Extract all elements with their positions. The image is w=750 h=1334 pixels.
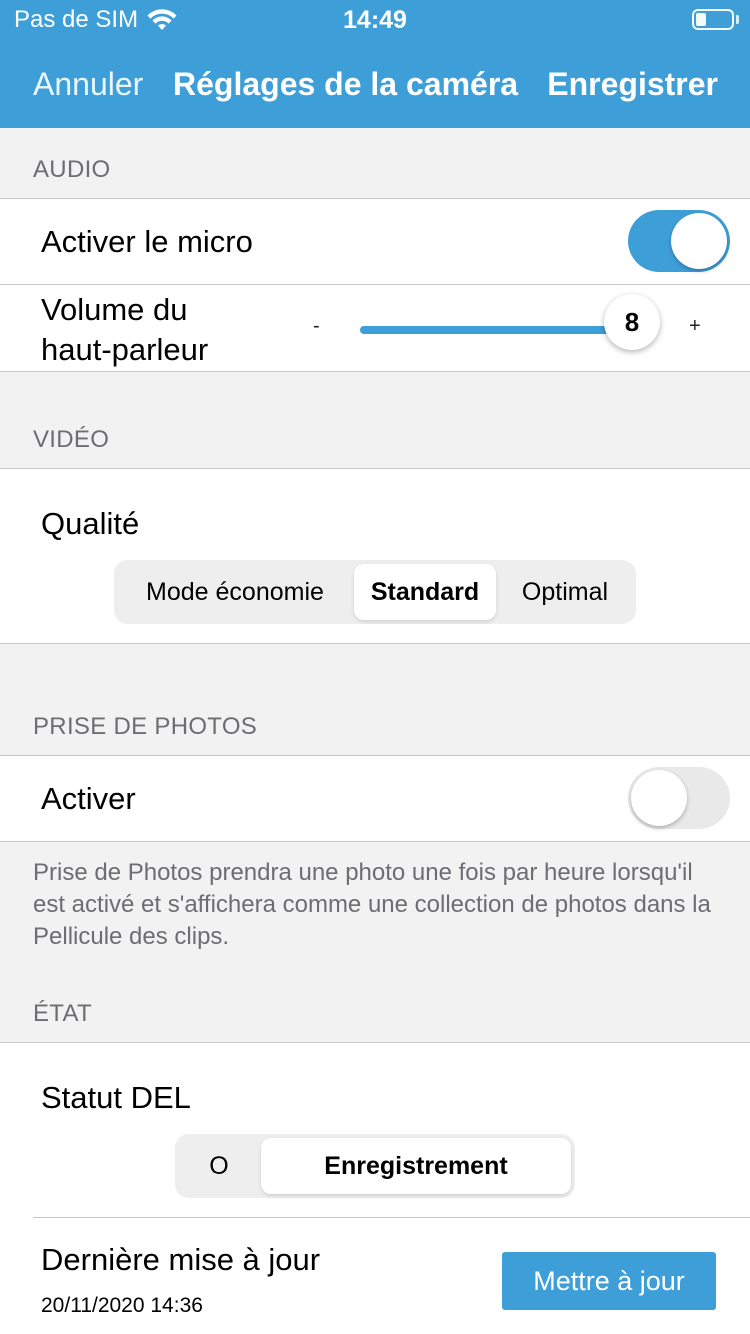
segment-led-o[interactable]: O — [179, 1138, 259, 1194]
quality-segmented-control: Mode économie Standard Optimal — [114, 560, 636, 624]
section-header-video: VIDÉO — [33, 426, 110, 453]
led-segmented-control: O Enregistrement — [175, 1134, 575, 1198]
cancel-button[interactable]: Annuler — [33, 66, 143, 103]
divider — [0, 198, 750, 199]
divider — [0, 1042, 750, 1043]
toggle-knob — [671, 213, 727, 269]
volume-increase-button[interactable]: + — [689, 315, 701, 338]
divider — [0, 371, 750, 372]
last-update-label: Dernière mise à jour — [41, 1242, 321, 1277]
section-header-audio: AUDIO — [33, 156, 111, 183]
battery-level — [696, 13, 706, 26]
volume-decrease-button[interactable]: - — [313, 315, 320, 338]
divider — [33, 1217, 750, 1218]
toggle-knob — [631, 770, 687, 826]
nav-header: Pas de SIM 14:49 Annuler Réglages de la … — [0, 0, 750, 128]
update-button[interactable]: Mettre à jour — [502, 1252, 716, 1310]
segment-led-enregistrement[interactable]: Enregistrement — [261, 1138, 571, 1194]
divider — [0, 755, 750, 756]
volume-slider-track[interactable] — [360, 326, 630, 334]
segment-mode-economie[interactable]: Mode économie — [118, 564, 352, 620]
photos-toggle[interactable] — [628, 767, 730, 829]
section-header-photos: PRISE DE PHOTOS — [33, 713, 258, 740]
volume-label-line1: Volume du — [41, 292, 188, 327]
battery-icon — [692, 9, 734, 30]
volume-label: Volume du haut-parleur — [41, 290, 208, 370]
last-update-date: 20/11/2020 14:36 — [41, 1294, 203, 1317]
volume-slider-thumb[interactable]: 8 — [604, 294, 660, 350]
status-bar: Pas de SIM 14:49 — [0, 0, 750, 40]
led-status-label: Statut DEL — [41, 1080, 191, 1115]
mic-toggle[interactable] — [628, 210, 730, 272]
section-header-state: ÉTAT — [33, 1000, 92, 1027]
clock: 14:49 — [343, 6, 407, 34]
photos-enable-label: Activer — [41, 781, 136, 816]
segment-standard[interactable]: Standard — [354, 564, 496, 620]
video-group: Qualité Mode économie Standard Optimal — [0, 468, 750, 644]
divider — [0, 643, 750, 644]
segment-optimal[interactable]: Optimal — [498, 564, 632, 620]
volume-label-line2: haut-parleur — [41, 332, 209, 367]
battery-tip — [736, 15, 739, 24]
photos-footer-note: Prise de Photos prendra une photo une fo… — [33, 859, 711, 950]
divider — [0, 468, 750, 469]
mic-label: Activer le micro — [41, 224, 253, 259]
page-title: Réglages de la caméra — [173, 66, 519, 102]
quality-label: Qualité — [41, 506, 140, 541]
save-button[interactable]: Enregistrer — [547, 66, 718, 103]
photos-group: Activer — [0, 755, 750, 842]
divider — [0, 841, 750, 842]
